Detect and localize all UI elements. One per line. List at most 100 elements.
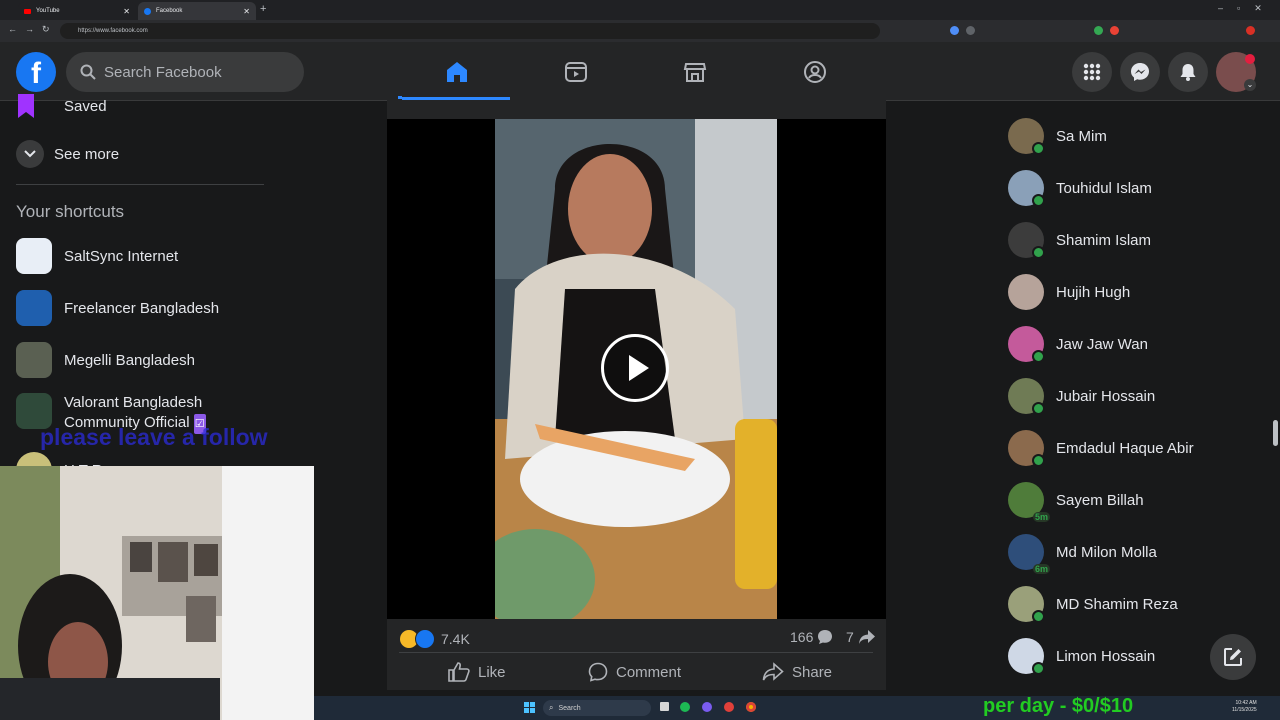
messenger-button[interactable] (1120, 52, 1160, 92)
notifications-button[interactable] (1168, 52, 1208, 92)
online-status-dot (1032, 662, 1045, 675)
contact-item[interactable]: 6m Md Milon Molla (1008, 534, 1157, 574)
chevron-down-icon[interactable]: ⌄ (1244, 79, 1256, 91)
avatar (1008, 222, 1045, 259)
shares-summary[interactable]: 7 (846, 629, 876, 645)
close-icon[interactable]: ✕ (123, 7, 130, 16)
online-status-dot (1032, 246, 1045, 259)
contact-item[interactable]: Touhidul Islam (1008, 170, 1152, 207)
online-status-dot (1032, 402, 1045, 415)
extension-icon[interactable] (950, 26, 959, 35)
search-icon (80, 64, 96, 80)
sidebar-see-more[interactable]: See more (16, 140, 119, 168)
forward-icon[interactable]: → (25, 24, 34, 34)
last-active-badge: 6m (1032, 564, 1050, 574)
bookmark-icon (18, 94, 34, 118)
comment-icon (588, 662, 608, 682)
reactions-summary[interactable]: 7.4K (400, 629, 470, 649)
shortcut-item[interactable]: Freelancer Bangladesh (16, 290, 219, 326)
comment-button[interactable]: Comment (588, 656, 681, 688)
facebook-favicon-icon (144, 7, 151, 15)
play-icon (629, 355, 649, 381)
share-button[interactable]: Share (762, 656, 832, 688)
back-icon[interactable]: ← (8, 24, 17, 34)
tab-youtube[interactable]: YouTube ✕ (18, 2, 136, 20)
tab-marketplace[interactable] (636, 46, 754, 98)
contact-item[interactable]: Hujih Hugh (1008, 274, 1130, 310)
taskbar-clock[interactable]: 10:42 AM 11/15/2025 (1232, 700, 1257, 714)
share-label: Share (792, 663, 833, 681)
contact-item[interactable]: Emdadul Haque Abir (1008, 430, 1194, 467)
shortcut-item[interactable]: Megelli Bangladesh (16, 342, 195, 378)
contact-item[interactable]: MD Shamim Reza (1008, 586, 1178, 623)
shortcut-label: Megelli Bangladesh (64, 351, 195, 369)
divider (399, 652, 873, 653)
app-icon[interactable] (702, 702, 712, 712)
webcam-image (0, 466, 314, 720)
youtube-favicon-icon (24, 8, 31, 14)
contact-name: MD Shamim Reza (1056, 595, 1178, 613)
contact-item[interactable]: Jubair Hossain (1008, 378, 1155, 415)
messenger-icon (1131, 63, 1149, 81)
shortcut-label: Valorant Bangladesh (64, 394, 203, 411)
chrome-icon[interactable] (746, 702, 756, 712)
thumbs-up-icon (448, 662, 470, 682)
tab-video[interactable] (517, 46, 635, 98)
menu-button[interactable] (1072, 52, 1112, 92)
contact-item[interactable]: Sa Mim (1008, 118, 1107, 155)
reload-icon[interactable]: ↻ (42, 24, 50, 35)
task-view-icon[interactable] (660, 702, 669, 711)
spotify-icon[interactable] (680, 702, 690, 712)
profile-icon[interactable] (1246, 26, 1255, 35)
contact-item[interactable]: Limon Hossain (1008, 638, 1155, 675)
shortcut-item[interactable]: SaltSync Internet (16, 238, 178, 274)
compose-icon (1224, 648, 1242, 666)
comments-summary[interactable]: 166 (790, 629, 833, 645)
avatar (1008, 586, 1045, 623)
tab-title: YouTube (36, 8, 60, 14)
app-icon[interactable] (724, 702, 734, 712)
scrollbar-thumb[interactable] (1273, 420, 1278, 446)
contact-name: Sayem Billah (1056, 491, 1144, 509)
online-status-dot (1032, 194, 1045, 207)
video-icon (565, 62, 587, 82)
new-message-button[interactable] (1210, 634, 1256, 680)
windows-start-icon[interactable] (524, 702, 535, 713)
tab-home[interactable] (398, 46, 516, 99)
shortcut-thumbnail (16, 290, 52, 326)
new-tab-icon[interactable]: + (260, 3, 266, 15)
webcam-overlay (0, 466, 314, 720)
taskbar-search[interactable]: ⌕ Search (543, 700, 651, 716)
search-icon: ⌕ (549, 703, 554, 712)
contact-item[interactable]: Shamim Islam (1008, 222, 1151, 259)
sidebar-item-label: Saved (64, 97, 107, 115)
taskbar-search-label: Search (558, 704, 581, 712)
tab-title: Facebook (156, 8, 183, 14)
extension-icon[interactable] (966, 26, 975, 35)
comment-label: Comment (616, 663, 682, 681)
sidebar-item-saved[interactable]: Saved (16, 94, 107, 118)
like-button[interactable]: Like (448, 656, 506, 688)
play-button[interactable] (601, 334, 669, 402)
extension-icon[interactable] (1094, 26, 1103, 35)
marketplace-icon (683, 63, 707, 82)
avatar (1008, 170, 1045, 207)
url-field[interactable]: https://www.facebook.com (60, 23, 880, 39)
shortcuts-title: Your shortcuts (16, 202, 125, 221)
online-status-dot (1032, 610, 1045, 623)
avatar (1008, 118, 1045, 155)
groups-icon (804, 61, 826, 83)
search-input[interactable]: Search Facebook (66, 52, 304, 92)
stream-follow-overlay: please leave a follow (40, 424, 268, 450)
tab-groups[interactable] (756, 46, 874, 98)
comments-count: 166 (790, 629, 814, 645)
contact-item[interactable]: Jaw Jaw Wan (1008, 326, 1148, 363)
contact-item[interactable]: 5m Sayem Billah (1008, 482, 1144, 522)
close-icon[interactable]: ✕ (243, 7, 250, 16)
avatar (1008, 430, 1045, 467)
facebook-logo[interactable]: f (16, 52, 56, 92)
tab-facebook[interactable]: Facebook ✕ (138, 2, 256, 20)
window-controls[interactable]: –▫✕ (1218, 3, 1276, 14)
extension-icon[interactable] (1110, 26, 1119, 35)
like-label: Like (478, 663, 506, 681)
